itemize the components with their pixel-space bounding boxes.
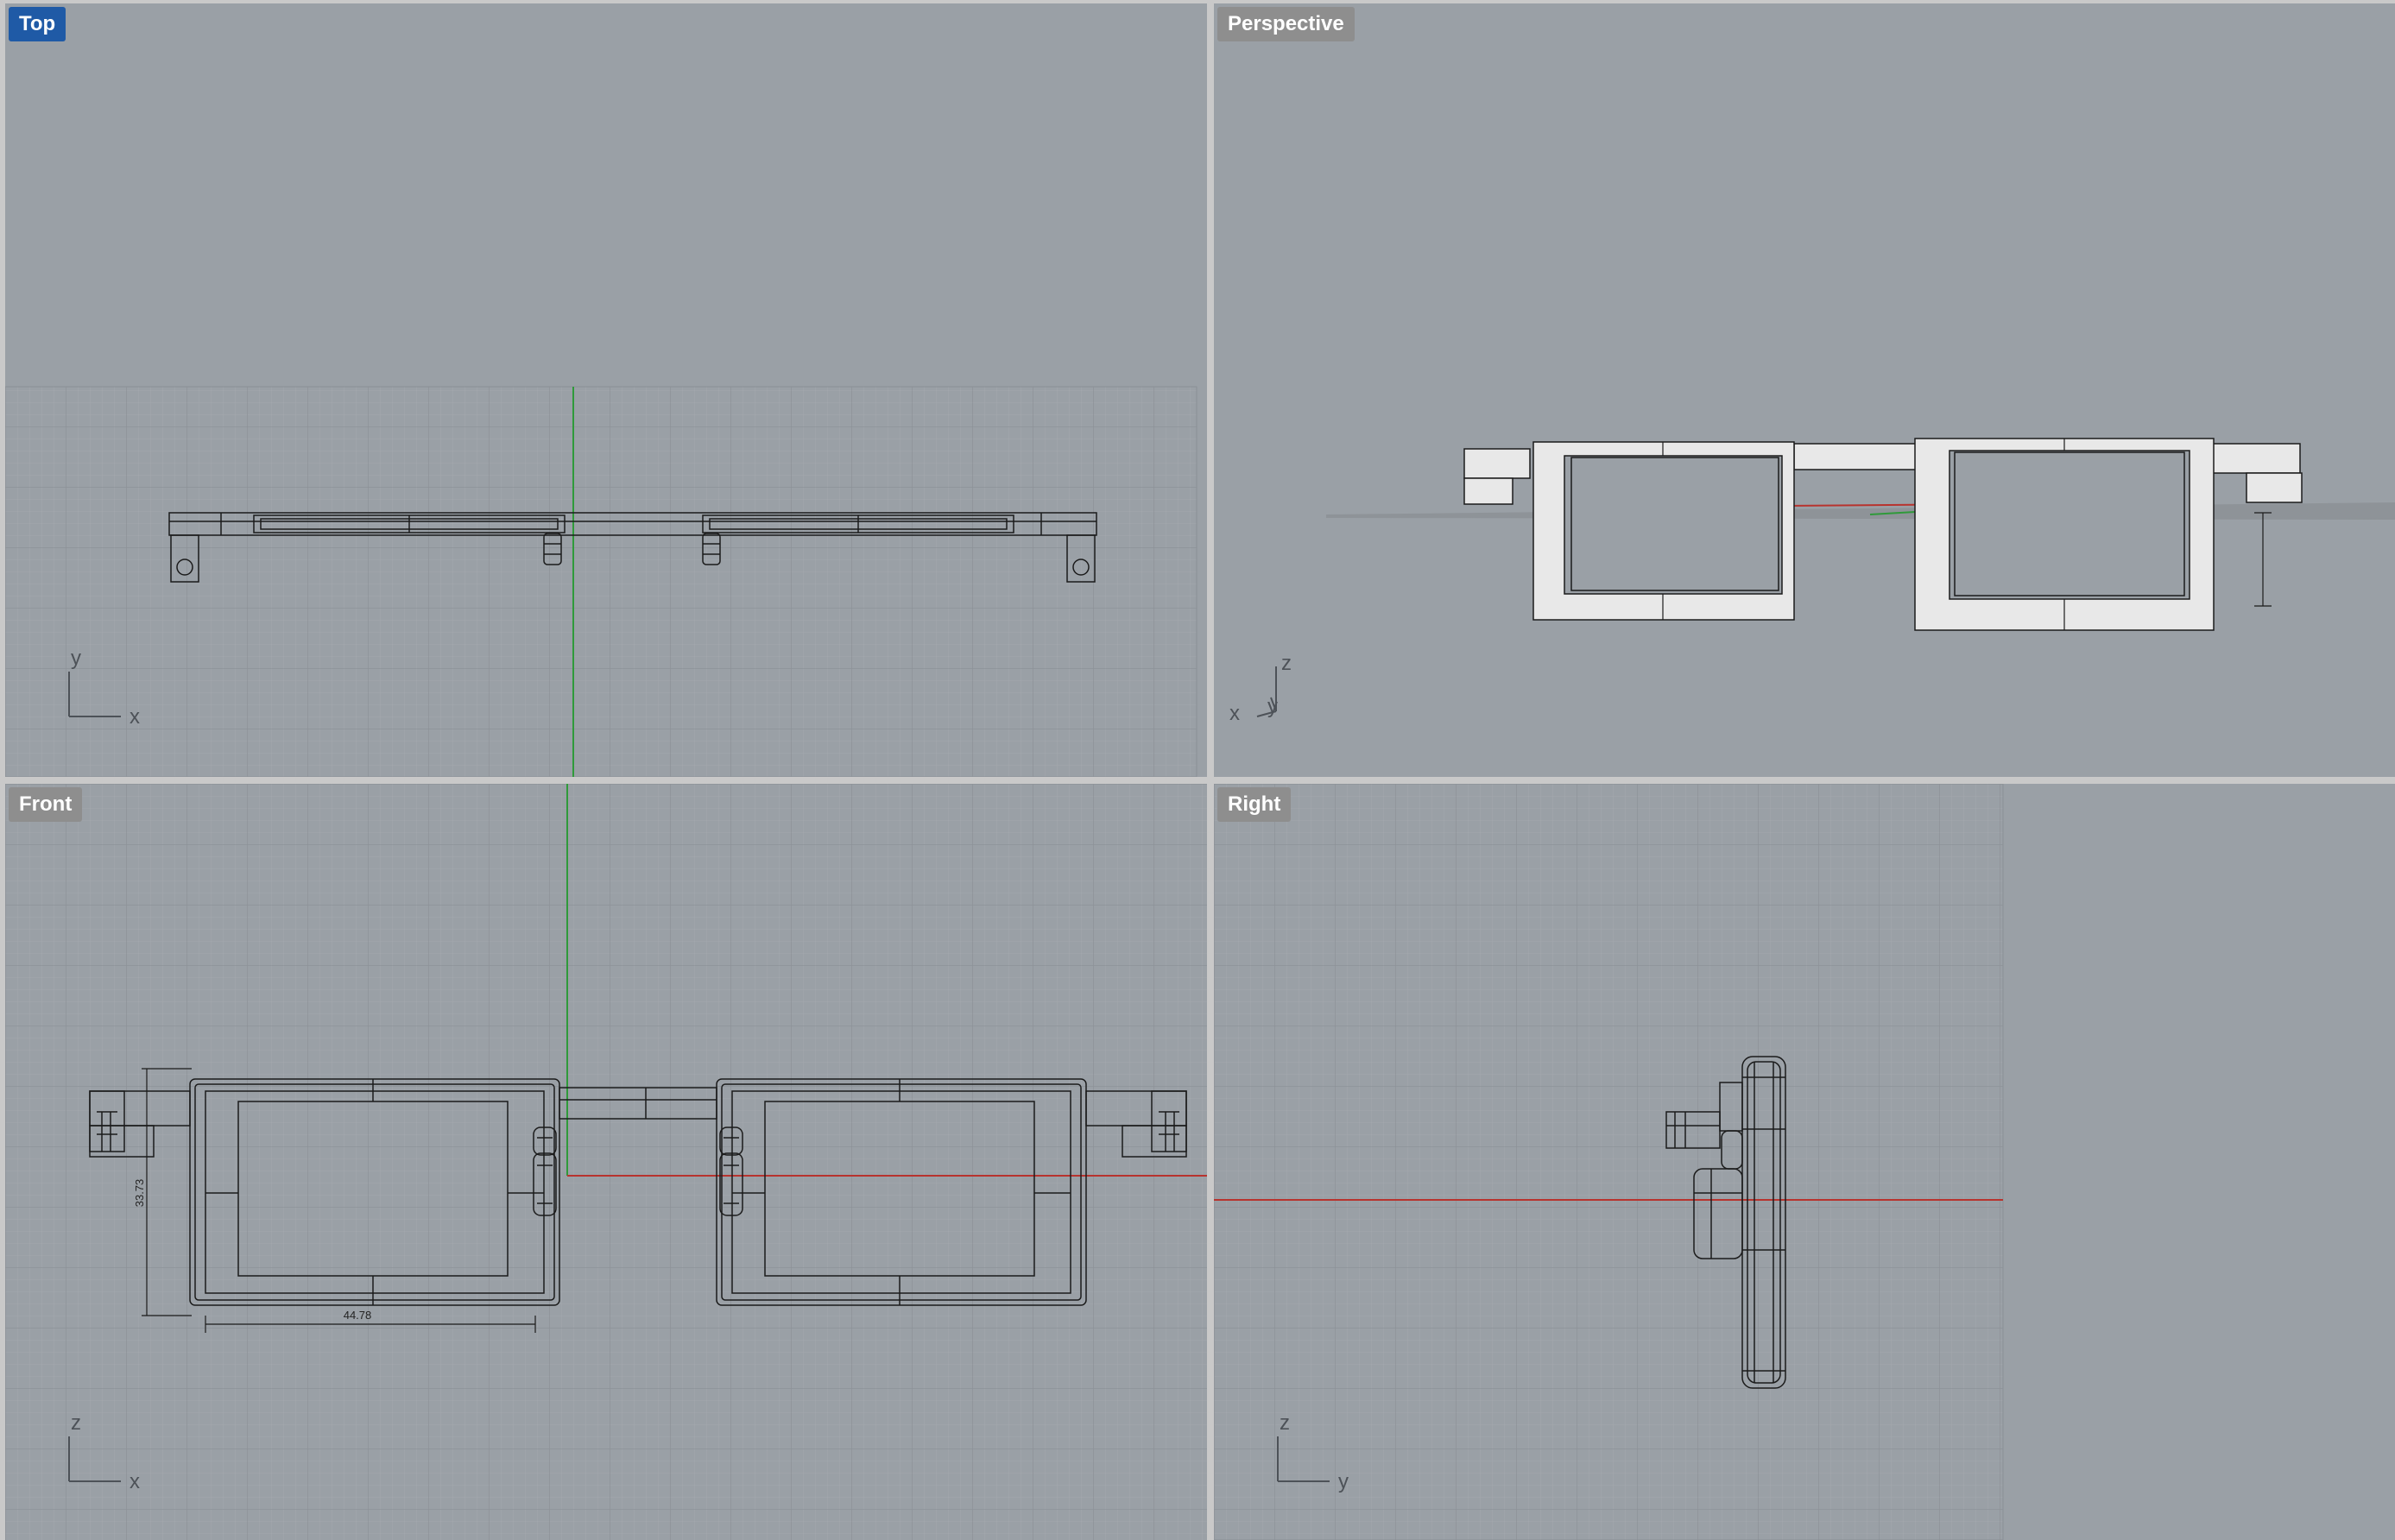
persp-axis-x-letter: x (1229, 702, 1240, 725)
front-grid (5, 784, 1207, 1540)
front-view-canvas[interactable]: 44.78 33.73 x z (5, 784, 1207, 1540)
viewport-label-right[interactable]: Right (1217, 787, 1292, 822)
front-axis-v-letter: z (71, 1411, 81, 1435)
persp-axis-z-letter: z (1281, 652, 1292, 675)
viewport-label-top[interactable]: Top (9, 7, 66, 41)
right-axis-v-letter: z (1280, 1411, 1290, 1435)
viewport-label-perspective[interactable]: Perspective (1217, 7, 1355, 41)
persp-axis-y-letter: y (1267, 695, 1278, 718)
top-view-canvas[interactable]: x y (5, 3, 1207, 777)
viewport-front[interactable]: Front 44.78 33.73 x z (5, 784, 1207, 1540)
front-axis-h-letter: x (130, 1470, 140, 1493)
top-axis-h-letter: x (130, 705, 140, 729)
viewport-right[interactable]: Right y z (1214, 784, 2395, 1540)
top-axis-v-letter: y (71, 647, 81, 670)
viewport-label-front[interactable]: Front (9, 787, 83, 822)
right-grid (1214, 784, 2004, 1540)
front-width-dimension: 44.78 (344, 1309, 372, 1322)
front-height-dimension: 33.73 (133, 1179, 146, 1208)
persp-glasses-wireframe (1463, 438, 2303, 631)
perspective-view-canvas[interactable]: z x y (1214, 3, 2395, 777)
right-axis-h-letter: y (1338, 1470, 1349, 1493)
viewport-perspective[interactable]: Perspective z x y (1214, 3, 2395, 777)
viewport-top[interactable]: Top x y (5, 3, 1207, 777)
right-view-canvas[interactable]: y z (1214, 784, 2395, 1540)
